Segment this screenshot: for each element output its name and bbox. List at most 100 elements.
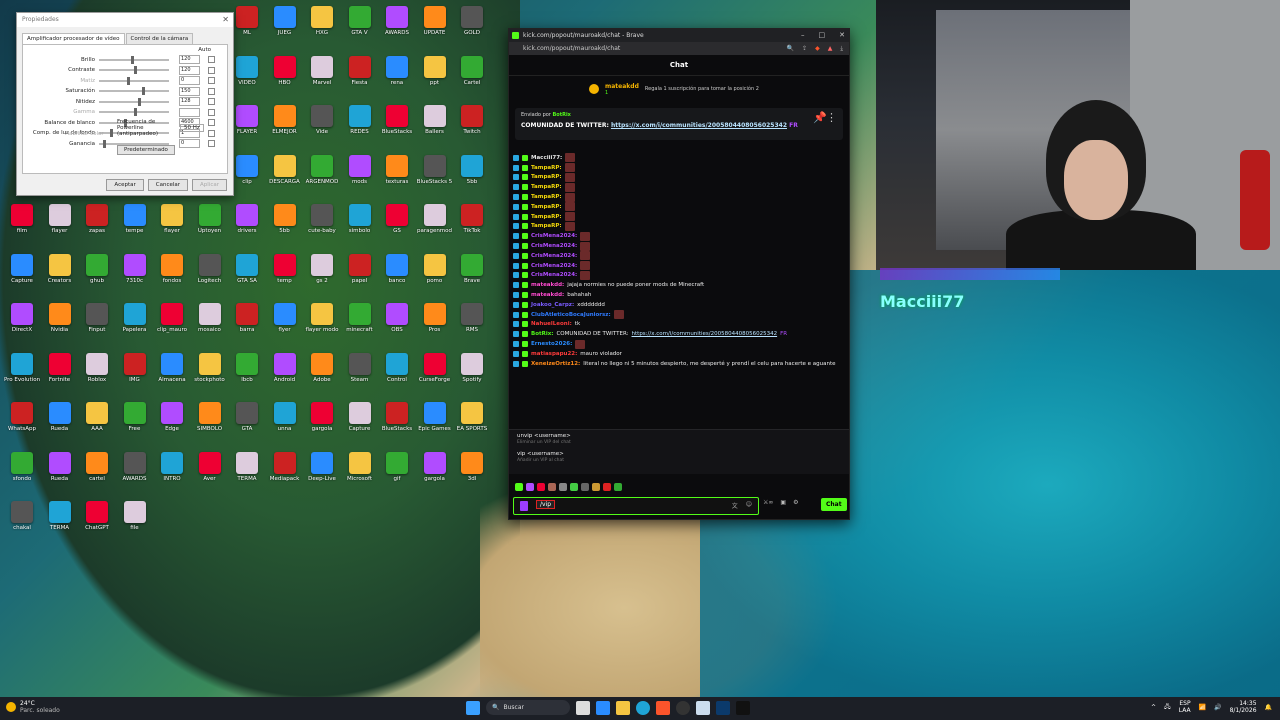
chat-username[interactable]: mateakdd:: [531, 282, 564, 288]
chat-username[interactable]: matiaspapu22:: [531, 351, 577, 357]
chat-link[interactable]: https://x.com/i/communities/200580440805…: [632, 331, 778, 337]
desktop-icon[interactable]: Fiesta: [342, 55, 378, 86]
chat-username[interactable]: CrisMena2024:: [531, 233, 577, 239]
desktop-icon[interactable]: Papelera: [117, 303, 153, 333]
download-icon[interactable]: ⤓: [840, 42, 843, 55]
desktop-icon[interactable]: Microsoft: [342, 451, 378, 482]
desktop-icon[interactable]: AWARDS: [117, 451, 153, 482]
desktop-icon[interactable]: texturas: [379, 154, 415, 185]
emote-icon[interactable]: [570, 483, 578, 491]
emote-icon[interactable]: [603, 483, 611, 491]
desktop-icon[interactable]: Roblox: [79, 352, 115, 383]
desktop-icon[interactable]: Twitch: [454, 105, 490, 135]
desktop-icon[interactable]: OBS: [379, 303, 415, 333]
desktop-icon[interactable]: Capture: [4, 253, 40, 284]
auto-checkbox[interactable]: [208, 66, 215, 74]
setting-slider[interactable]: [99, 108, 169, 116]
chat-username[interactable]: BotRix:: [531, 331, 553, 337]
setting-value[interactable]: [179, 107, 200, 117]
desktop-icon[interactable]: 5bb: [267, 204, 303, 234]
store-icon[interactable]: [596, 700, 610, 715]
default-button[interactable]: Predeterminado: [117, 145, 175, 155]
desktop-icon[interactable]: GS: [379, 204, 415, 234]
desktop-icon[interactable]: FLAYER: [229, 105, 265, 135]
desktop-icon[interactable]: WhatsApp: [4, 402, 40, 432]
task-view-icon[interactable]: [576, 700, 590, 715]
auto-checkbox[interactable]: [208, 129, 215, 137]
desktop-icon[interactable]: temp: [267, 253, 303, 284]
desktop-icon[interactable]: papel: [342, 253, 378, 284]
desktop-icon[interactable]: Android: [267, 352, 303, 383]
brave-shield-icon[interactable]: ◆: [815, 42, 820, 55]
desktop-icon[interactable]: simbolo: [342, 204, 378, 234]
desktop-icon[interactable]: barra: [229, 303, 265, 333]
desktop-icon[interactable]: zapas: [79, 204, 115, 234]
desktop-icon[interactable]: Marvel: [304, 55, 340, 86]
desktop-icon[interactable]: 5bb: [454, 154, 490, 185]
desktop-icon[interactable]: UPDATE: [417, 6, 453, 36]
desktop-icon[interactable]: Steam: [342, 352, 378, 383]
desktop-icon[interactable]: minecraft: [342, 303, 378, 333]
desktop-icon[interactable]: SIMBOLO: [192, 402, 228, 432]
auto-checkbox[interactable]: [208, 98, 215, 105]
setting-value[interactable]: 0: [179, 76, 200, 85]
chat-username[interactable]: CrisMena2024:: [531, 243, 577, 249]
desktop-icon[interactable]: Pros: [417, 303, 453, 333]
emote-icon[interactable]: [537, 483, 545, 491]
desktop-icon[interactable]: ML: [229, 6, 265, 36]
desktop-icon[interactable]: Adobe: [304, 352, 340, 383]
pinned-link[interactable]: https://x.com/i/communities/200580440805…: [611, 122, 787, 129]
desktop-icon[interactable]: flyer: [267, 303, 303, 333]
desktop-icon[interactable]: tempe: [117, 204, 153, 234]
emote-icon[interactable]: [592, 483, 600, 491]
powerline-select[interactable]: 50 Hz: [180, 124, 204, 132]
cancel-button[interactable]: Cancelar: [147, 179, 189, 191]
windows-start-icon[interactable]: [466, 700, 480, 715]
chat-username[interactable]: TampaRP:: [531, 174, 562, 180]
desktop-icon[interactable]: paragenmod: [417, 204, 453, 234]
microphone-icon[interactable]: [520, 501, 528, 511]
auto-checkbox[interactable]: [208, 77, 215, 84]
desktop-icon[interactable]: gargola: [304, 402, 340, 432]
chat-username[interactable]: TampaRP:: [531, 184, 562, 190]
desktop-icon[interactable]: 7310c: [117, 253, 153, 284]
auto-checkbox[interactable]: [208, 56, 215, 63]
desktop-icon[interactable]: GTA: [229, 402, 265, 432]
file-explorer-icon[interactable]: [616, 700, 630, 715]
desktop-icon[interactable]: IMG: [117, 352, 153, 383]
desktop-icon[interactable]: clip_mauro: [154, 303, 190, 333]
desktop-icon[interactable]: HBO: [267, 55, 303, 86]
desktop-icon[interactable]: clip: [229, 154, 265, 185]
desktop-icon[interactable]: Fortnite: [42, 352, 78, 383]
mod-tools-icon[interactable]: ⚔∞: [763, 499, 773, 506]
emoji-icon[interactable]: ☺: [746, 501, 752, 510]
desktop-icon[interactable]: Cartel: [454, 55, 490, 86]
settings-icon[interactable]: ⚙: [793, 499, 798, 506]
desktop-icon[interactable]: unna: [267, 402, 303, 432]
setting-slider[interactable]: [99, 66, 169, 74]
desktop-icon[interactable]: ghub: [79, 253, 115, 284]
desktop-icon[interactable]: mods: [342, 154, 378, 185]
chat-username[interactable]: TampaRP:: [531, 165, 562, 171]
desktop-icon[interactable]: ChatGPT: [79, 501, 115, 531]
desktop-icon[interactable]: TERMA: [42, 501, 78, 531]
desktop-icon[interactable]: Mediapack: [267, 451, 303, 482]
auto-checkbox[interactable]: [208, 87, 215, 95]
desktop-icon[interactable]: REDES: [342, 105, 378, 135]
desktop-icon[interactable]: EA SPORTS: [454, 402, 490, 432]
desktop-icon[interactable]: CurseForge: [417, 352, 453, 383]
share-icon[interactable]: ⇪: [802, 42, 807, 55]
auto-checkbox[interactable]: [208, 108, 215, 116]
desktop-icon[interactable]: drivers: [229, 204, 265, 234]
setting-slider[interactable]: [99, 87, 169, 95]
desktop-icon[interactable]: Pro Evolution: [4, 352, 40, 383]
desktop-icon[interactable]: Control: [379, 352, 415, 383]
desktop-icon[interactable]: Vide: [304, 105, 340, 135]
desktop-icon[interactable]: cute-baby: [304, 204, 340, 234]
photoshop-icon[interactable]: [716, 700, 730, 715]
setting-value[interactable]: 120: [179, 55, 200, 64]
desktop-icon[interactable]: GOLD: [454, 6, 490, 36]
edge-icon[interactable]: [636, 700, 650, 715]
chat-username[interactable]: CrisMena2024:: [531, 272, 577, 278]
desktop-icon[interactable]: 3dl: [454, 451, 490, 482]
